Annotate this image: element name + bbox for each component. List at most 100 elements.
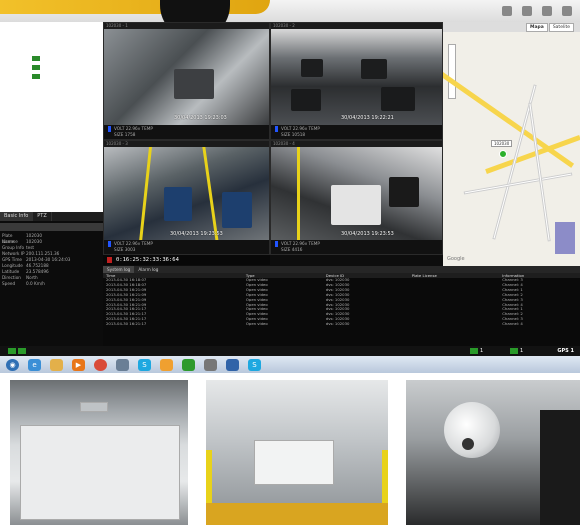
online-count: 1 [480,348,484,354]
camera-status: VOLT 22.96v TEMP SIZE 4416 [271,240,442,254]
volt-indicator [275,126,278,132]
camera-image: 30/04/2013 19:23:53 [104,147,269,242]
camera-status: VOLT 22.96v TEMP SIZE 10518 [271,125,442,139]
gps-status: GPS 1 [557,348,574,354]
tab-alarm-log[interactable]: Alarm log [134,266,162,273]
log-panel: System log Alarm log Time Type Device ID Pl… [103,266,580,346]
status-bar: 1 1 GPS 1 [0,346,580,356]
size-value: SIZE 3003 [114,247,136,252]
table-cell: Open video [245,321,268,327]
map-type-tabs: Mapa Satelite [526,23,574,32]
log-table: Time Type Device ID Plate License Informatio… [103,273,580,327]
camera-image: 30/04/2013 19:23:53 [271,147,442,242]
monitor-icon[interactable] [8,348,16,354]
camera-timestamp: 30/04/2013 19:23:03 [174,115,227,121]
windows-taskbar: ◉ e ▶ S S [0,356,580,373]
volt-indicator [108,126,111,132]
temp-label: TEMP [141,126,153,131]
gps-label: GPS [557,348,569,354]
camera-timestamp: 30/04/2013 19:23:53 [341,231,394,237]
status-online-icon [470,348,478,354]
camera-view-1[interactable]: 102030 - 1 30/04/2013 19:23:03 VOLT 22.9… [103,22,270,140]
info-header-bar [0,223,103,231]
table-cell: 2013-04-30 16:21:17 [106,321,147,327]
monitor-icon[interactable] [18,348,26,354]
photo-bus-interior-unit [206,380,388,525]
minimize-icon[interactable] [502,6,512,16]
camera-timestamp: 30/04/2013 19:23:53 [170,231,223,237]
media-icon[interactable]: ▶ [72,358,85,371]
temp-label: TEMP [308,241,320,246]
google-logo: Google [447,256,465,262]
temp-label: TEMP [308,126,320,131]
camera-image: 30/04/2013 19:23:03 [104,29,269,125]
basic-info-panel: Basic Info PTZ Plate License 102030 Name 10… [0,212,103,352]
tab-map[interactable]: Mapa [526,23,548,32]
playback-time-bar: 0:16:25:32:33:36:64 [103,255,270,265]
info-row: Speed 0.0 Km/h [0,281,103,287]
start-button-icon[interactable]: ◉ [6,358,19,371]
table-cell [409,322,500,327]
tab-ptz[interactable]: PTZ [33,212,52,221]
info-value: 0.0 Km/h [26,281,45,286]
map-toolbar: Mapa Satelite [443,22,580,32]
device-online-icon[interactable] [32,65,40,70]
camera-view-3[interactable]: 102030 - 3 30/04/2013 19:23:53 VOLT 22.9… [103,140,270,255]
device-tree-panel [0,22,103,212]
device-online-icon[interactable] [32,74,40,79]
map-panel[interactable]: Mapa Satelite 102030 Google [443,22,580,266]
vehicle-label: 102030 [491,140,513,147]
status-alarm-icon [510,348,518,354]
alarm-count: 1 [520,348,524,354]
camera-status: VOLT 22.96v TEMP SIZE 3003 [104,240,269,254]
folder-icon[interactable] [50,358,63,371]
mdvr-client-screenshot: Basic Info PTZ Plate License 102030 Name 10… [0,0,580,373]
tools-icon[interactable] [562,6,572,16]
map-park-area [555,222,575,254]
zoom-control[interactable] [448,44,456,99]
camera-image: 30/04/2013 19:22:21 [271,29,442,125]
app-icon[interactable] [226,358,239,371]
info-key: Speed [2,281,16,286]
app-icon[interactable] [160,358,173,371]
device-online-icon[interactable] [32,56,40,61]
window-controls [502,6,572,16]
tab-satellite[interactable]: Satelite [548,23,574,32]
app-icon[interactable] [182,358,195,371]
camera-status: VOLT 22.96v TEMP SIZE 1758 [104,125,269,139]
volt-indicator [108,241,111,247]
tab-system-log[interactable]: System log [103,266,135,273]
gps-count: 1 [570,348,574,354]
camera-view-2[interactable]: 102030 - 2 30/04/2013 19:22:21 VOLT 22.9… [270,22,443,140]
photo-dome-camera [406,380,580,525]
volt-value: VOLT 22.96v [114,126,141,131]
chrome-icon[interactable] [94,358,107,371]
info-rows: Plate License 102030 Name 102030 Group Info t… [0,233,103,287]
app-icon[interactable] [116,358,129,371]
camera-timestamp: 30/04/2013 19:22:21 [341,115,394,121]
size-value: SIZE 10518 [281,132,306,137]
vehicle-marker-icon[interactable] [499,150,507,158]
playback-time: 0:16:25:32:33:36:64 [116,257,179,263]
device-tree [32,52,40,83]
volt-value: VOLT 22.96v [114,241,141,246]
volt-value: VOLT 22.96v [281,126,308,131]
info-tabs: Basic Info PTZ [0,212,103,221]
record-icon[interactable] [107,257,112,263]
skype-icon[interactable]: S [138,358,151,371]
table-row[interactable]: 2013-04-30 16:21:17 Open video dvs: 102030… [103,321,580,327]
volt-value: VOLT 22.96v [281,241,308,246]
camera-view-4[interactable]: 102030 - 4 30/04/2013 19:23:53 VOLT 22.9… [270,140,443,255]
table-cell: Channel: 4 [502,321,523,327]
log-tabs: System log Alarm log [103,266,580,273]
tab-basic-info[interactable]: Basic Info [0,212,34,221]
composite-image: Basic Info PTZ Plate License 102030 Name 10… [0,0,580,525]
size-value: SIZE 1758 [114,132,136,137]
ie-icon[interactable]: e [28,358,41,371]
temp-label: TEMP [141,241,153,246]
skype-icon[interactable]: S [248,358,261,371]
refresh-icon[interactable] [522,6,532,16]
download-icon[interactable] [542,6,552,16]
photo-bus-ceiling-unit [10,380,188,525]
app-icon[interactable] [204,358,217,371]
